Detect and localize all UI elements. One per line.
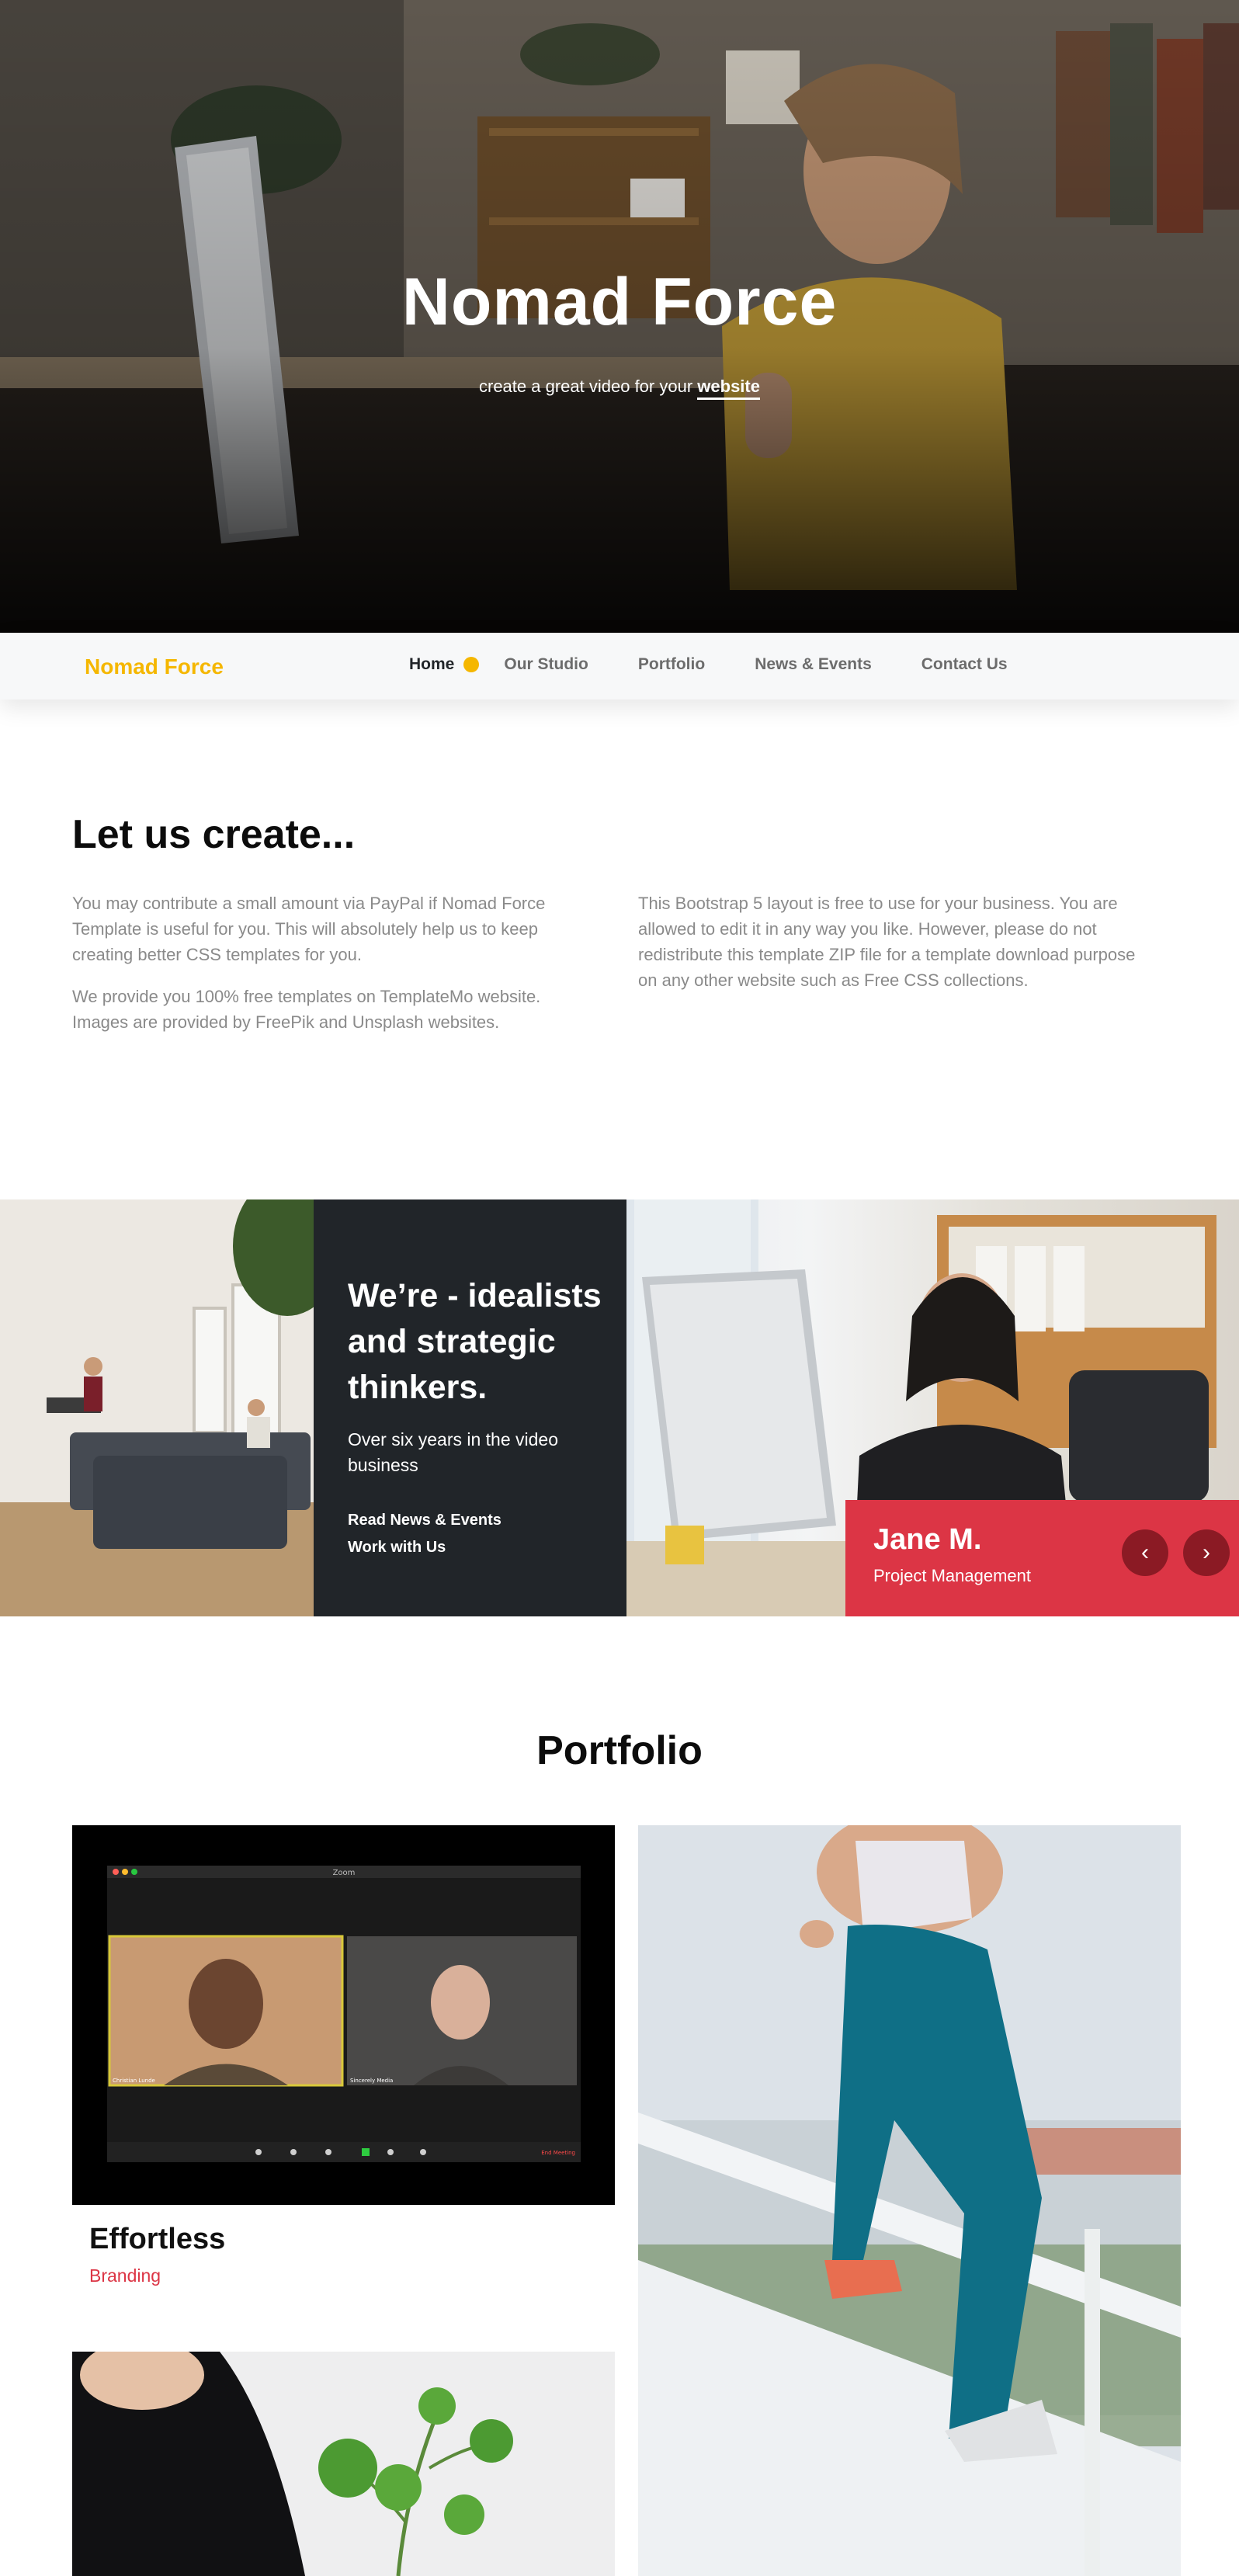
about-paragraph: You may contribute a small amount via Pa… [72, 894, 546, 964]
nav-item-portfolio[interactable]: Portfolio [638, 655, 705, 674]
portfolio-item-image[interactable] [638, 1825, 1181, 2576]
nav-item-label: News & Events [755, 655, 872, 673]
living-room-illustration [0, 1199, 314, 1616]
chevron-right-icon: › [1203, 1540, 1210, 1565]
featured-strip: We’re - idealists and strategic thinkers… [0, 1199, 1239, 1616]
portfolio-title: Portfolio [536, 1728, 703, 1773]
living-room-photo [0, 1199, 314, 1616]
navbar-brand[interactable]: Nomad Force [85, 654, 224, 679]
main-navbar: Nomad Force Home Our Studio Portfolio Ne… [0, 633, 1239, 700]
about-right-column: This Bootstrap 5 layout is free to use f… [638, 890, 1147, 993]
read-news-events-link[interactable]: Read News & Events [348, 1512, 502, 1529]
hero-website-link[interactable]: website [697, 377, 760, 400]
nav-item-label: Portfolio [637, 655, 706, 673]
mission-subtext: Over six years in the video business [348, 1429, 559, 1475]
end-meeting-label: End Meeting [541, 2150, 575, 2156]
chevron-left-icon: ‹ [1141, 1540, 1149, 1565]
mission-heading: We’re - idealists and strategic thinkers… [348, 1277, 602, 1406]
nav-item-label: Our Studio [504, 655, 588, 673]
video-call-screenshot: Zoom Christian Lunde Sincerely Media End… [107, 1866, 581, 2162]
nav-item-contact-us[interactable]: Contact Us [921, 655, 1008, 674]
plant-photo [72, 2352, 615, 2576]
carousel-next-button[interactable]: › [1183, 1529, 1230, 1576]
nav-item-home[interactable]: Home [409, 655, 480, 674]
hero-subtitle-text: create a great video for your [479, 377, 693, 396]
participant-label: Sincerely Media [350, 2078, 393, 2084]
portfolio-item-image[interactable]: Zoom Christian Lunde Sincerely Media End… [72, 1825, 615, 2205]
participant-label: Christian Lunde [113, 2078, 155, 2084]
nav-item-label: Home [409, 655, 455, 673]
portfolio-item-image[interactable] [72, 2352, 615, 2576]
about-paragraph: This Bootstrap 5 layout is free to use f… [638, 894, 1136, 990]
hero-section: Nomad Force create a great video for you… [0, 0, 1239, 633]
team-member-role: Project Management [873, 1566, 1031, 1585]
portfolio-item-title[interactable]: Effortless [89, 2223, 225, 2256]
carousel-prev-button[interactable]: ‹ [1122, 1529, 1168, 1576]
hero-subtitle: create a great video for your website [0, 377, 1239, 400]
about-title: Let us create... [72, 812, 356, 857]
team-member-name: Jane M. [873, 1523, 982, 1556]
mission-panel: We’re - idealists and strategic thinkers… [314, 1199, 626, 1616]
active-indicator-dot [463, 657, 480, 672]
work-with-us-link[interactable]: Work with Us [348, 1539, 446, 1557]
nav-item-label: Contact Us [921, 655, 1008, 673]
about-left-column: You may contribute a small amount via Pa… [72, 890, 581, 1035]
hero-title: Nomad Force [401, 265, 838, 339]
team-member-card: Jane M. Project Management ‹ › [845, 1500, 1239, 1616]
nav-item-news-events[interactable]: News & Events [755, 655, 872, 674]
portfolio-item-category: Branding [89, 2265, 161, 2286]
runner-photo [638, 1825, 1181, 2576]
about-paragraph: We provide you 100% free templates on Te… [72, 987, 541, 1032]
nav-item-our-studio[interactable]: Our Studio [504, 655, 588, 674]
zoom-window-title: Zoom [333, 1869, 356, 1877]
nav-menu: Home Our Studio Portfolio News & Events … [409, 655, 1057, 674]
